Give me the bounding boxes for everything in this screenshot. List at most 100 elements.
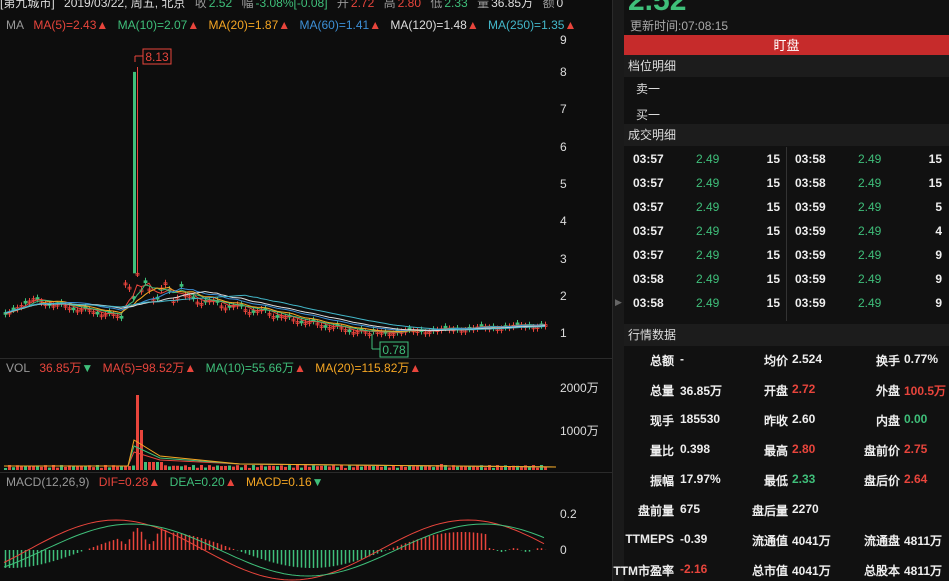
volume-bar: [152, 462, 155, 470]
volume-bar: [72, 466, 75, 470]
quote-label: 均价: [763, 354, 788, 368]
sell1-row: 卖一: [636, 82, 661, 96]
quote-label: 流通盘: [863, 534, 900, 548]
vol-ma10-line: [4, 445, 556, 468]
quote-value: 2.75: [904, 442, 928, 456]
ma-legend-title: MA: [6, 18, 24, 32]
volume-bar: [164, 465, 167, 470]
open-label: 开: [336, 0, 349, 10]
macd-tick: 0: [560, 543, 567, 557]
volume-bar: [268, 465, 271, 470]
volume-bar: [476, 466, 479, 470]
quote-value: 4811万: [904, 564, 943, 578]
volume-bar: [416, 465, 419, 470]
quote-label: 盘后量: [751, 504, 788, 518]
low-value: 2.33: [444, 0, 468, 10]
trade-time: 03:59: [795, 272, 826, 286]
candle-body: [95, 311, 100, 315]
volume-bar: [448, 467, 451, 470]
price-chart[interactable]: 8.13 0.78: [0, 34, 556, 360]
ma10-legend: MA(10)=2.07: [117, 18, 188, 32]
volume-bar: [288, 465, 291, 470]
trade-price: 2.49: [858, 152, 882, 166]
trade-price: 2.49: [696, 224, 720, 238]
volume-bar: [196, 467, 199, 470]
volume-bar: [296, 465, 299, 470]
trade-price: 2.49: [696, 272, 720, 286]
volume-bar: [228, 465, 231, 470]
vol-ma5-legend: MA(5)=98.52万: [102, 361, 185, 375]
quote-value: -0.39: [680, 532, 708, 546]
quote-label: 昨收: [763, 414, 788, 428]
volume-bar: [376, 465, 379, 470]
arrow-up-icon: ▲: [184, 361, 197, 375]
volume-bar: [236, 465, 239, 470]
trade-volume: 9: [935, 272, 942, 286]
watch-button[interactable]: 盯盘: [624, 35, 949, 56]
amount-value: 0: [556, 0, 564, 10]
volume-bar: [284, 466, 287, 470]
volume-bar: [332, 465, 335, 470]
volume-bar: [92, 467, 95, 470]
quote-value: 2.72: [792, 382, 816, 396]
trade-row: 03:57 2.49 15: [624, 243, 786, 267]
volume-bar: [260, 465, 263, 470]
trade-volume: 9: [935, 248, 942, 262]
candle-body: [133, 71, 136, 274]
price-tick: 5: [560, 177, 567, 191]
kline-chart-area[interactable]: [第九城市] 2019/03/22, 周五, 北京 收 2.52 幅 -3.08%[…: [0, 0, 612, 581]
trade-volume: 15: [766, 224, 780, 238]
volume-bar: [352, 467, 355, 470]
change-label: 幅: [241, 0, 254, 10]
quote-label: 盘前价: [863, 444, 900, 458]
volume-bar: [252, 465, 255, 470]
trade-price: 2.49: [696, 176, 720, 190]
dea-legend: DEA=0.20: [169, 475, 225, 489]
volume-bar: [320, 465, 323, 470]
trade-row: 03:58 2.49 15: [786, 171, 948, 195]
trade-price: 2.49: [858, 272, 882, 286]
macd-chart[interactable]: [0, 492, 556, 581]
volume-bar: [344, 467, 347, 470]
trades-divider: [786, 147, 787, 321]
volume-bar: [316, 466, 319, 470]
vol-ma20-legend: MA(20)=115.82万: [315, 361, 410, 375]
candle-body: [119, 315, 124, 319]
quote-value: 675: [680, 502, 701, 516]
quote-value: 0.398: [680, 442, 711, 456]
vol-tick: 2000万: [560, 381, 599, 395]
volume-value: 36.85万: [491, 0, 534, 10]
volume-bar: [484, 467, 487, 470]
quote-label: TTM市盈率: [613, 564, 674, 578]
high-marker-label: 8.13: [145, 50, 169, 64]
quote-label: 换手: [875, 354, 900, 368]
trade-price: 2.49: [858, 296, 882, 310]
trades-section-title: 成交明细: [624, 124, 949, 146]
volume-bar: [420, 465, 423, 470]
volume-bar: [304, 465, 307, 470]
stock-name: [第九城市]: [0, 0, 55, 10]
quote-label: 现手: [649, 414, 674, 428]
volume-bar: [404, 466, 407, 470]
candle-body: [35, 297, 40, 300]
volume-bar: [328, 466, 331, 470]
volume-bar: [432, 467, 435, 470]
candle-body: [299, 320, 304, 324]
arrow-up-icon: ▲: [224, 475, 237, 489]
volume-bar: [348, 465, 351, 470]
volume-bar: [168, 466, 171, 470]
macd-tick: 0.2: [560, 507, 577, 521]
volume-chart[interactable]: [0, 378, 556, 472]
volume-bar: [356, 465, 359, 470]
vol-legend: VOL 36.85万▼ MA(5)=98.52万▲ MA(10)=55.66万▲…: [0, 359, 612, 377]
trade-volume: 15: [766, 272, 780, 286]
volume-bar: [380, 466, 383, 470]
trade-volume: 15: [928, 152, 942, 166]
collapse-arrow-icon[interactable]: ▶: [615, 297, 622, 308]
trade-price: 2.49: [696, 152, 720, 166]
volume-bar: [200, 465, 203, 470]
trade-row: 03:58 2.49 15: [624, 291, 786, 315]
trade-volume: 15: [766, 176, 780, 190]
trade-time: 03:57: [633, 200, 664, 214]
volume-bar: [224, 465, 227, 470]
